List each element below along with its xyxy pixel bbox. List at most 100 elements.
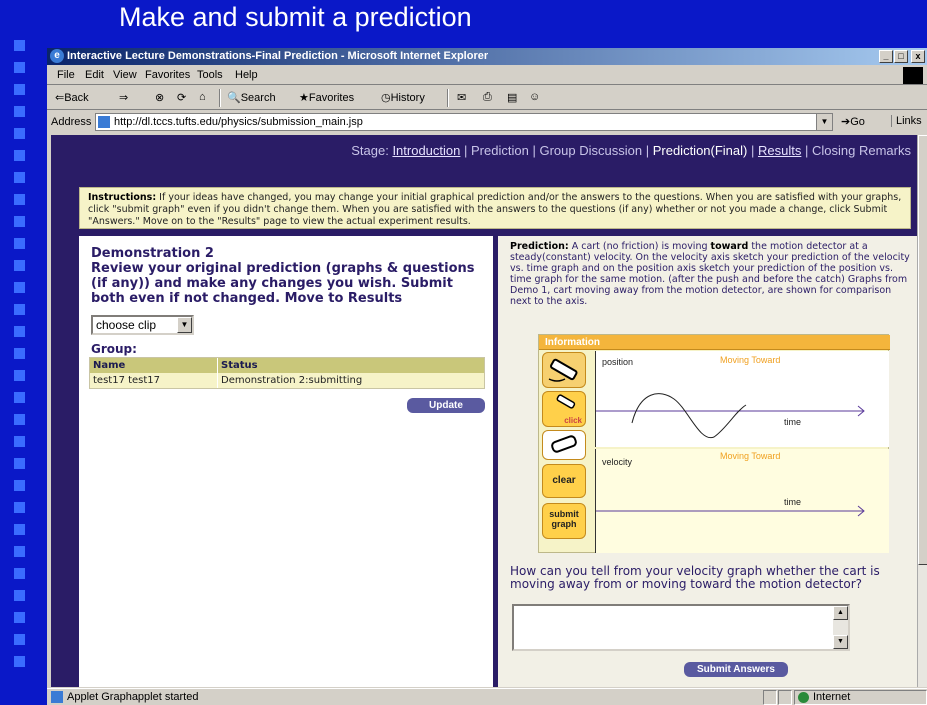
stage-results-link[interactable]: Results (758, 143, 801, 158)
refresh-icon[interactable]: ⟳ (177, 91, 186, 104)
menu-file[interactable]: File (57, 69, 75, 81)
slide-bullet-square (14, 216, 25, 227)
history-label: History (390, 92, 425, 104)
slide-bullet-square (14, 612, 25, 623)
table-header-status: Status (221, 360, 258, 371)
history-icon: ◷ (381, 92, 391, 104)
velocity-graph[interactable]: velocity Moving Toward time (595, 449, 889, 553)
scroll-down-icon[interactable]: ▼ (833, 635, 848, 649)
security-zone: Internet (794, 690, 927, 705)
table-header-name: Name (90, 358, 218, 373)
close-button[interactable]: x (911, 50, 925, 63)
group-table: Name Status test17 test17 Demonstration … (89, 357, 485, 389)
stage-separator: | (805, 143, 809, 158)
left-panel: Demonstration 2 Review your original pre… (79, 236, 493, 687)
clear-button[interactable]: clear (542, 464, 586, 498)
slide-bullet-square (14, 238, 25, 249)
update-button[interactable]: Update (407, 398, 485, 413)
page-scrollbar[interactable] (917, 135, 927, 687)
ie-logo-icon: e (50, 49, 64, 63)
click-tool-button[interactable]: click (542, 391, 586, 427)
chevron-down-icon[interactable]: ▼ (177, 317, 192, 333)
position-graph[interactable]: position Moving Toward time (595, 351, 889, 447)
slide-bullet-square (14, 414, 25, 425)
submit-graph-button[interactable]: submit graph (542, 503, 586, 539)
slide-bullet-square (14, 546, 25, 557)
slide-bullet-square (14, 106, 25, 117)
slide-bullet-square (14, 282, 25, 293)
pencil-tool-button[interactable] (542, 352, 586, 388)
answer-scrollbar[interactable]: ▲ ▼ (833, 606, 848, 649)
home-icon[interactable]: ⌂ (199, 91, 206, 103)
slide-bullet-square (14, 304, 25, 315)
slide-bullet-square (14, 656, 25, 667)
forward-button[interactable]: ⇒ (119, 91, 128, 104)
prediction-text-a: A cart (no friction) is moving (571, 241, 708, 252)
pencil-icon (548, 358, 578, 382)
menu-edit[interactable]: Edit (85, 69, 104, 81)
window-titlebar: e Interactive Lecture Demonstrations-Fin… (47, 48, 927, 65)
mail-icon[interactable]: ✉ (457, 91, 466, 104)
slide-bullet-square (14, 590, 25, 601)
back-button[interactable]: ⇐Back (55, 91, 89, 104)
menu-favorites[interactable]: Favorites (145, 69, 190, 81)
stop-icon[interactable]: ⊗ (155, 91, 164, 104)
slide-bullet-square (14, 480, 25, 491)
slide-bullet-square (14, 524, 25, 535)
velocity-graph-canvas (596, 505, 865, 517)
print-icon[interactable]: ⎙ (483, 91, 492, 104)
address-input[interactable]: http://dl.tccs.tufts.edu/physics/submiss… (95, 113, 833, 131)
prediction-text: Prediction: A cart (no friction) is movi… (510, 241, 910, 307)
menubar: File Edit View Favorites Tools Help (47, 66, 927, 85)
history-button[interactable]: ◷History (381, 91, 425, 104)
search-button[interactable]: 🔍Search (227, 91, 276, 104)
graph-applet: Information click clear submit graph pos… (538, 334, 890, 553)
go-button[interactable]: ➔Go (841, 115, 865, 128)
slide-bullet-square (14, 392, 25, 403)
choose-clip-select[interactable]: choose clip ▼ (91, 315, 194, 335)
instructions-box: Instructions: If your ideas have changed… (79, 187, 911, 229)
scroll-up-icon[interactable]: ▲ (833, 606, 848, 620)
stage-prediction-final: Prediction(Final) (652, 143, 748, 158)
right-panel: Prediction: A cart (no friction) is movi… (498, 236, 917, 687)
links-button[interactable]: Links (891, 115, 922, 127)
window-title: Interactive Lecture Demonstrations-Final… (67, 50, 489, 62)
address-label: Address (51, 116, 92, 128)
search-icon: 🔍 (227, 92, 241, 104)
prediction-bold: toward (710, 241, 749, 252)
search-label: Search (240, 92, 276, 104)
favorites-button[interactable]: ★Favorites (299, 91, 354, 104)
menu-view[interactable]: View (113, 69, 137, 81)
status-pane (763, 690, 777, 705)
slide-bullet-square (14, 568, 25, 579)
slide-bullet-square (14, 634, 25, 645)
eraser-tool-button[interactable] (542, 430, 586, 460)
toolbar-divider (219, 89, 221, 107)
toolbar: ⇐Back ⇒ ⊗ ⟳ ⌂ 🔍Search ★Favorites ◷Histor… (47, 86, 927, 110)
table-cell-status: Demonstration 2:submitting (221, 375, 363, 386)
slide-bullet-square (14, 40, 25, 51)
maximize-button[interactable]: □ (894, 50, 908, 63)
minimize-button[interactable]: _ (879, 50, 893, 63)
pencil-click-icon (556, 394, 576, 409)
stage-introduction-link[interactable]: Introduction (392, 143, 460, 158)
table-header: Name Status (90, 358, 484, 373)
discuss-icon[interactable]: ☺ (529, 91, 540, 103)
browser-window: e Interactive Lecture Demonstrations-Fin… (47, 48, 927, 705)
page-scrollbar-thumb[interactable] (918, 135, 927, 565)
edit-icon[interactable]: ▤ (507, 91, 517, 104)
menu-help[interactable]: Help (235, 69, 258, 81)
eraser-icon (551, 435, 577, 453)
stage-prediction: Prediction (471, 143, 529, 158)
slide-bullet-square (14, 128, 25, 139)
submit-answers-button[interactable]: Submit Answers (684, 662, 788, 677)
chevron-down-icon[interactable]: ▼ (816, 114, 832, 130)
answer-textarea[interactable]: ▲ ▼ (512, 604, 850, 651)
page-status-icon (51, 691, 63, 703)
menu-tools[interactable]: Tools (197, 69, 223, 81)
stage-nav: Stage: Introduction | Prediction | Group… (51, 143, 917, 158)
status-pane (778, 690, 792, 705)
slide-bullet-square (14, 172, 25, 183)
position-time-axis-label: time (784, 417, 802, 427)
stage-separator: | (532, 143, 536, 158)
